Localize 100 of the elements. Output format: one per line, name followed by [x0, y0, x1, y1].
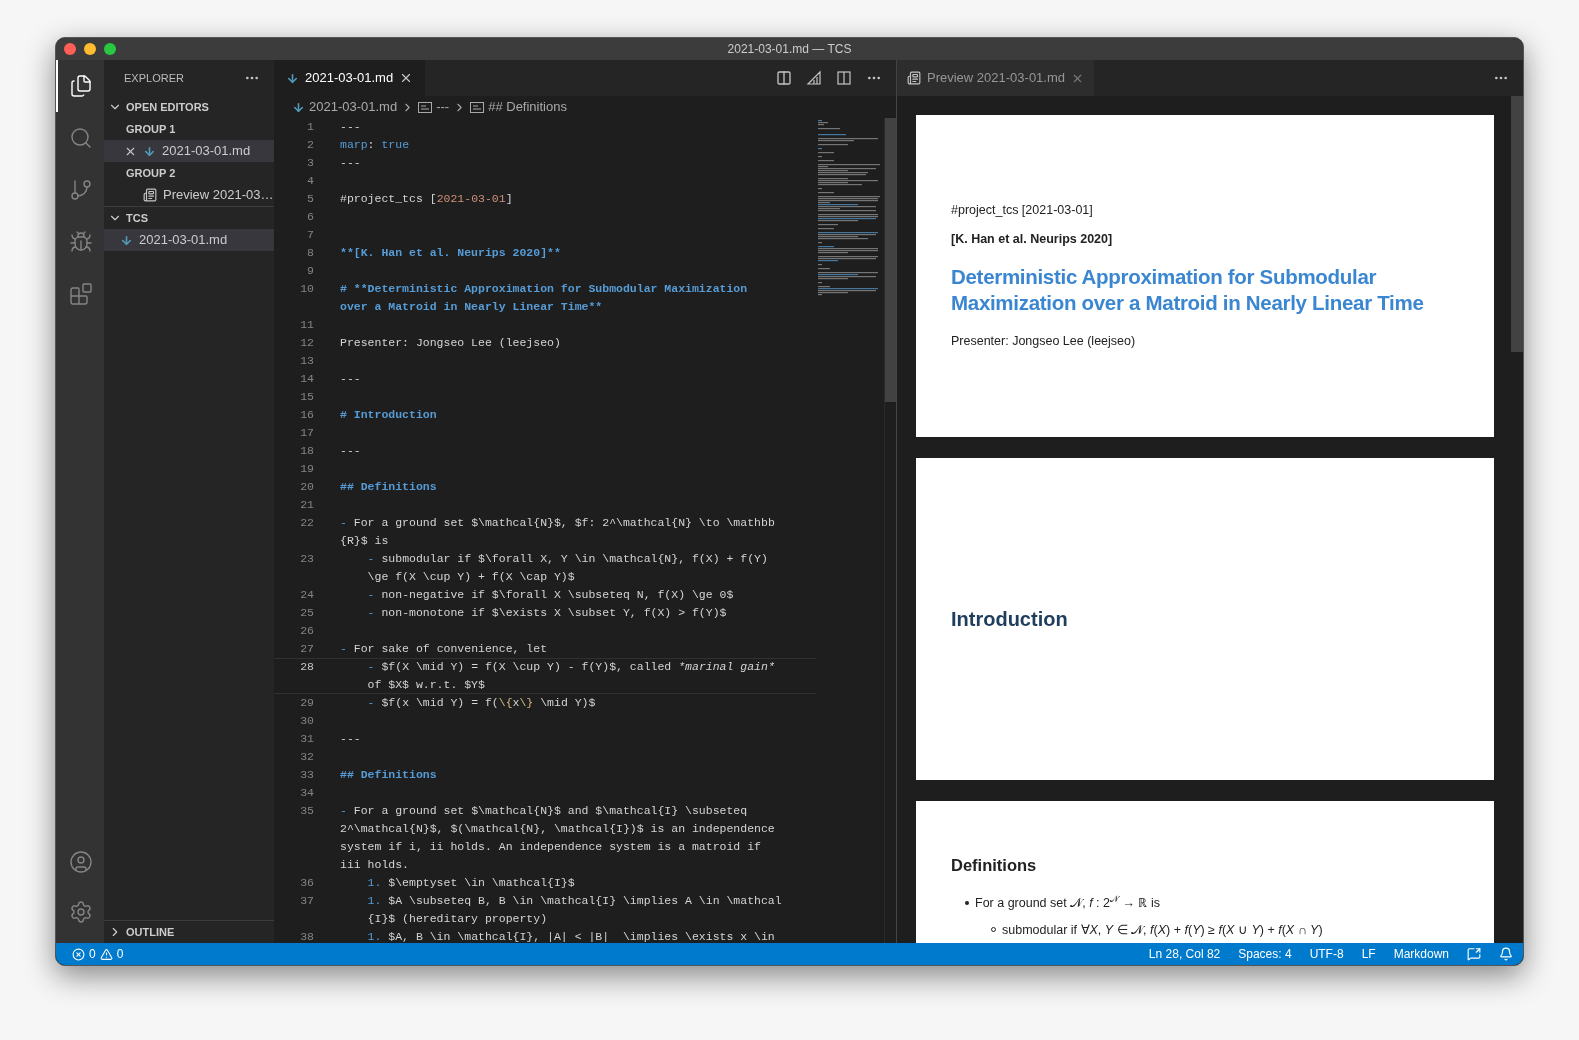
- line-number: 34: [300, 786, 314, 799]
- code-line: over a Matroid in Nearly Linear Time**: [340, 299, 604, 315]
- file-item[interactable]: 2021-03-01.md: [104, 140, 274, 162]
- split-editor-icon[interactable]: [836, 70, 852, 86]
- code-line: ---: [340, 119, 361, 135]
- close-window-button[interactable]: [64, 43, 76, 55]
- feedback-icon[interactable]: [1467, 947, 1481, 961]
- line-number: 25: [300, 606, 314, 619]
- line-number: 33: [300, 768, 314, 781]
- line-number: 26: [300, 624, 314, 637]
- bell-icon[interactable]: [1499, 947, 1513, 961]
- code-line: 1. $A \subseteq B, B \in \mathcal{I} \implies A \in \mathcal: [366, 893, 782, 909]
- markdown-file-icon: [120, 233, 133, 247]
- line-number: 6: [307, 210, 314, 223]
- preview-side-icon[interactable]: [776, 70, 792, 86]
- line-number: 9: [307, 264, 314, 277]
- code-line: {I}$ (hereditary property): [366, 911, 549, 927]
- warning-count[interactable]: 0: [116, 945, 124, 963]
- minimize-window-button[interactable]: [84, 43, 96, 55]
- section-header[interactable]: OPEN EDITORS: [104, 96, 274, 118]
- code-line: **[K. Han et al. Neurips 2020]**: [340, 245, 561, 261]
- line-number: 30: [300, 714, 314, 727]
- code-line: - non-monotone if $\exists X \subset Y, f(X) > f(Y)$: [366, 605, 727, 621]
- code-line: iii holds.: [340, 857, 410, 873]
- status-item[interactable]: Spaces: 4: [1238, 945, 1292, 963]
- line-number: 38: [300, 930, 314, 943]
- code-line: \ge f(X \cup Y) + f(X \cap Y)$: [366, 569, 576, 585]
- line-number: 36: [300, 876, 314, 889]
- code-line: ## Definitions: [340, 767, 437, 783]
- markdown-file-icon: [143, 144, 156, 158]
- code-line: - non-negative if $\forall X \subseteq N, f(X) \ge 0$: [366, 587, 734, 603]
- section-header[interactable]: OUTLINE: [104, 921, 274, 943]
- scrollbar-thumb[interactable]: [885, 118, 896, 402]
- slide-heading: Definitions: [951, 855, 1038, 876]
- line-number: 23: [300, 552, 314, 565]
- symbol-icon: [418, 101, 433, 113]
- line-number: 22: [300, 516, 314, 529]
- bullet-icon: [965, 901, 969, 906]
- line-number: 32: [300, 750, 314, 763]
- code-line: {R}$ is: [340, 533, 390, 549]
- code-line: - $f(X \mid Y) = f(X \cup Y) - f(Y)$, called *marinal gain*: [366, 659, 775, 675]
- line-number: 7: [307, 228, 314, 241]
- blocks-icon: [69, 282, 93, 306]
- code-line: - submodular if $\forall X, Y \in \mathcal{N}, f(X) + f(Y): [366, 551, 768, 567]
- file-item[interactable]: 2021-03-01.md: [104, 229, 274, 251]
- status-item[interactable]: LF: [1361, 945, 1376, 963]
- slide-text: For a ground set 𝒩, f : 2$^{𝒩}$ → ℝ is: [975, 893, 1160, 912]
- status-item[interactable]: Markdown: [1393, 945, 1449, 963]
- line-number: 16: [300, 408, 314, 421]
- breadcrumb[interactable]: ## Definitions: [488, 97, 567, 117]
- line-number: 35: [300, 804, 314, 817]
- slide-text: #project_tcs [2021-03-01]: [951, 201, 1094, 219]
- branch-icon: [69, 178, 93, 202]
- breadcrumb[interactable]: 2021-03-01.md: [309, 97, 398, 117]
- line-number: 31: [300, 732, 314, 745]
- line-number: 2: [307, 138, 314, 151]
- sidebar-title: EXPLORER: [124, 70, 184, 86]
- code-line: 1. $A, B \in \mathcal{I}, |A| < |B| \implies \exists x \in: [366, 929, 775, 943]
- line-number: 27: [300, 642, 314, 655]
- code-line: ---: [340, 371, 361, 387]
- line-number: 3: [307, 156, 314, 169]
- line-number: 28: [300, 660, 314, 673]
- files-icon: [69, 74, 93, 98]
- bug-icon: [69, 230, 93, 254]
- code-line: #project_tcs [2021-03-01]: [340, 191, 513, 207]
- status-item[interactable]: Ln 28, Col 82: [1148, 945, 1221, 963]
- line-number: 18: [300, 444, 314, 457]
- code-line: # Introduction: [340, 407, 437, 423]
- warning-icon: [99, 947, 113, 961]
- scrollbar-thumb[interactable]: [1511, 96, 1523, 352]
- section-header[interactable]: TCS: [104, 207, 274, 229]
- slide-text: submodular if ∀X, Y ∈ 𝒩, f(X) + f(Y) ≥ f(X ∪ Y) + f(X ∩ Y): [1002, 921, 1323, 939]
- code-line: system if i, ii holds. An independence system is a matroid if: [340, 839, 762, 855]
- line-number: 5: [307, 192, 314, 205]
- preview-tab[interactable]: Preview 2021-03-01.md: [897, 60, 1095, 96]
- slide-title: Introduction: [951, 607, 1069, 632]
- editor-tab[interactable]: 2021-03-01.md: [274, 60, 426, 96]
- line-number: 13: [300, 354, 314, 367]
- line-number: 24: [300, 588, 314, 601]
- line-number: 15: [300, 390, 314, 403]
- line-number: 20: [300, 480, 314, 493]
- zoom-window-button[interactable]: [104, 43, 116, 55]
- line-number: 11: [300, 318, 314, 331]
- code-line: 1. $\emptyset \in \mathcal{I}$: [366, 875, 575, 891]
- triangle-ruler-icon[interactable]: [806, 70, 822, 86]
- markdown-file-icon: [292, 100, 305, 114]
- slide-title: Deterministic Approximation for Submodular Maximization over a Matroid in Nearly Linear Time: [951, 264, 1425, 317]
- line-number: 19: [300, 462, 314, 475]
- breadcrumb[interactable]: ---: [436, 97, 450, 117]
- code-line: - For sake of convenience, let: [340, 641, 548, 657]
- code-line: ---: [340, 731, 361, 747]
- code-line: # **Deterministic Approximation for Submodular Maximization: [340, 281, 748, 297]
- code-line: 2^\mathcal{N}$, $(\mathcal{N}, \mathcal{I})$ is an independence: [340, 821, 775, 837]
- code-line: - $f(x \mid Y) = f(\{x\} \mid Y)$: [366, 695, 596, 711]
- error-count[interactable]: 0: [89, 945, 96, 963]
- file-item[interactable]: Preview 2021-03…: [104, 184, 274, 206]
- search-icon: [69, 126, 93, 150]
- line-number: 10: [300, 282, 314, 295]
- code-line: ## Definitions: [340, 479, 437, 495]
- status-item[interactable]: UTF-8: [1309, 945, 1344, 963]
